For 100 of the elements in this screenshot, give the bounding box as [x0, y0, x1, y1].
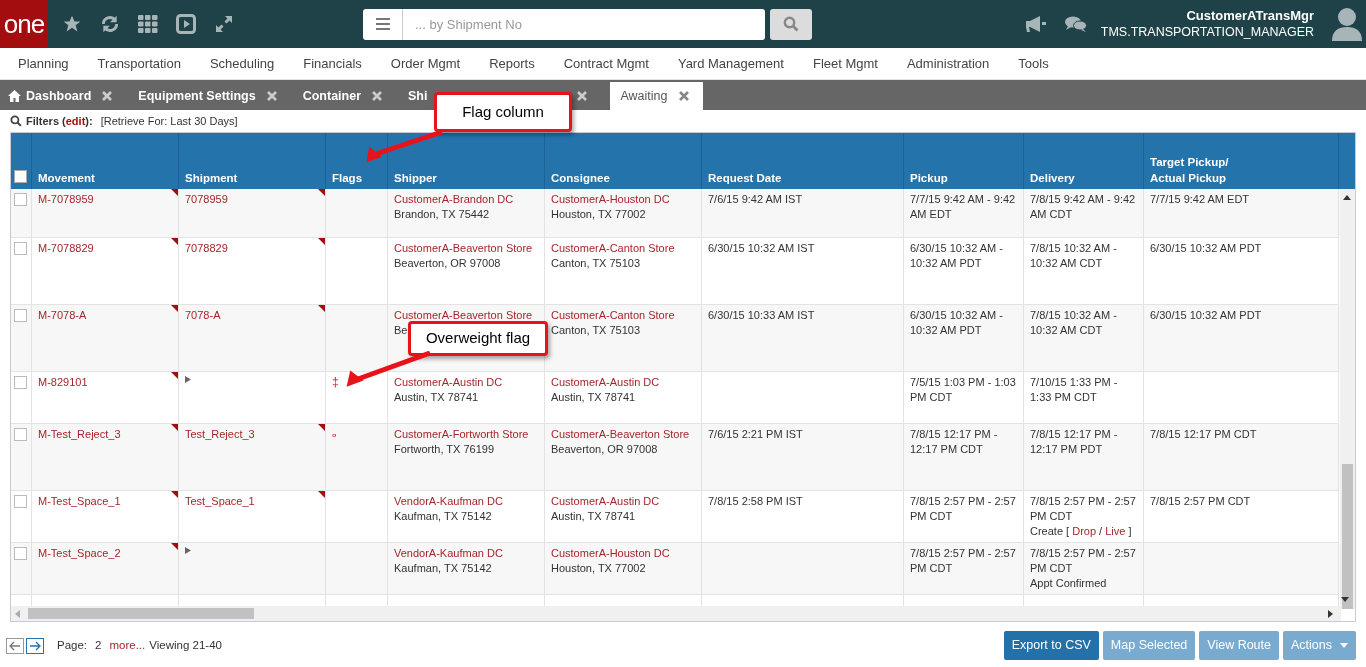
nav-menu-item[interactable]: Scheduling — [209, 53, 275, 74]
shipper-address: Brandon, TX 75442 — [394, 207, 491, 222]
nav-menu-item[interactable]: Order Mgmt — [390, 53, 461, 74]
callout-box: Flag column — [434, 92, 572, 132]
nav-menu-item[interactable]: Transportation — [97, 53, 181, 74]
delivery-note: Appt Confirmed — [1030, 576, 1108, 591]
user-role: TMS.TRANSPORTATION_MANAGER — [1100, 24, 1314, 40]
consignee-address: Austin, TX 78741 — [551, 390, 637, 405]
delivery-time: 7/8/15 2:57 PM - 2:57 PM CDT — [1030, 546, 1137, 576]
movement-link[interactable]: M-829101 — [38, 376, 88, 388]
nav-menu-item[interactable]: Reports — [489, 53, 535, 74]
nav-menu-item[interactable]: Yard Management — [677, 53, 784, 74]
shipper-address: Beaverton, OR 97008 — [394, 256, 502, 271]
target-pickup: 6/30/15 10:32 AM PDT — [1150, 308, 1263, 323]
consignee-address: Houston, TX 77002 — [551, 561, 647, 576]
nav-menu-item[interactable]: Planning — [18, 53, 69, 74]
delivery-time: 7/8/15 2:57 PM - 2:57 PM CDT — [1030, 494, 1137, 524]
filters-label-end: ): — [85, 113, 93, 129]
consignee-address: Beaverton, OR 97008 — [551, 442, 659, 457]
note-link[interactable]: Drop — [1072, 525, 1097, 537]
shipment-link[interactable]: 7078-A — [185, 309, 221, 321]
delivery-time: 7/10/15 1:33 PM - 1:33 PM CDT — [1030, 375, 1119, 405]
tab[interactable]: Container — [302, 82, 395, 110]
shipper-link[interactable]: CustomerA-Austin DC — [394, 375, 538, 390]
consignee-link[interactable]: CustomerA-Canton Store — [551, 241, 695, 256]
tab-label: Dashboard — [26, 87, 92, 105]
consignee-link[interactable]: CustomerA-Austin DC — [551, 494, 695, 509]
filter-value: [Retrieve For: Last 30 Days] — [100, 113, 238, 129]
shipper-link[interactable]: CustomerA-Brandon DC — [394, 192, 538, 207]
request-date: 6/30/15 10:33 AM IST — [708, 308, 816, 323]
movement-link[interactable]: M-7078829 — [38, 242, 94, 254]
shipper-link[interactable]: VendorA-Kaufman DC — [394, 546, 538, 561]
consignee-address: Houston, TX 77002 — [551, 207, 647, 222]
note-link[interactable]: Live — [1105, 525, 1126, 537]
pickup-time: 7/5/15 1:03 PM - 1:03 PM CDT — [910, 375, 1017, 405]
nav-menu-item[interactable]: Tools — [1018, 53, 1049, 74]
column-header[interactable]: Movement — [38, 170, 95, 186]
request-date: 7/6/15 2:21 PM IST — [708, 427, 804, 442]
tab-label: Container — [302, 87, 361, 105]
shipper-address: Be — [394, 323, 409, 338]
pickup-time: 6/30/15 10:32 AM - 10:32 AM PDT — [910, 308, 1004, 338]
pickup-time: 7/7/15 9:42 AM - 9:42 AM EDT — [910, 192, 1017, 222]
request-date: 7/6/15 9:42 AM IST — [708, 192, 804, 207]
column-header[interactable]: Flags — [332, 170, 363, 186]
column-header[interactable]: Shipment — [185, 170, 238, 186]
nav-menu-item[interactable]: Administration — [906, 53, 990, 74]
tab[interactable]: Equipment Settings — [138, 82, 290, 110]
consignee-link[interactable]: CustomerA-Houston DC — [551, 546, 695, 561]
column-header[interactable]: Shipper — [394, 170, 437, 186]
target-pickup: 7/8/15 2:57 PM CDT — [1150, 494, 1252, 509]
pickup-time: 7/8/15 2:57 PM - 2:57 PM CDT — [910, 494, 1017, 524]
shipper-link[interactable]: CustomerA-Fortworth Store — [394, 427, 538, 442]
movement-link[interactable]: M-7078-A — [38, 309, 87, 321]
request-date: 7/8/15 2:58 PM IST — [708, 494, 804, 509]
shipper-address: Kaufman, TX 75142 — [394, 561, 493, 576]
shipment-link[interactable]: Test_Reject_3 — [185, 428, 255, 440]
nav-menu-item[interactable]: Financials — [303, 53, 362, 74]
shipper-link[interactable]: CustomerA-Beaverton Store — [394, 241, 538, 256]
viewing-count: Viewing 21-40 — [149, 637, 222, 653]
edit-link[interactable]: edit — [65, 112, 86, 130]
nav-menu-item[interactable]: Contract Mgmt — [563, 53, 649, 74]
more-link[interactable]: more... — [109, 636, 146, 655]
movement-link[interactable]: M-Test_Reject_3 — [38, 428, 121, 440]
action-button[interactable]: Export to CSV — [1003, 631, 1099, 660]
tab-label: Awaiting — [620, 87, 668, 105]
logo[interactable]: one — [0, 0, 48, 48]
flag-mark: ‡ — [332, 375, 339, 389]
tab[interactable]: Shi — [408, 82, 428, 110]
tab-label: Equipment Settings — [138, 87, 256, 105]
shipment-link[interactable]: 7078829 — [185, 242, 228, 254]
target-pickup: 7/8/15 12:17 PM CDT — [1150, 427, 1258, 442]
target-pickup: 7/7/15 9:42 AM EDT — [1150, 192, 1251, 207]
shipper-link[interactable]: CustomerA-Beaverton Store — [394, 308, 538, 323]
pickup-time: 7/8/15 2:57 PM - 2:57 PM CDT — [910, 546, 1017, 576]
column-header[interactable]: Consignee — [551, 170, 610, 186]
page-label: Page: — [57, 637, 88, 653]
column-header[interactable]: Delivery — [1030, 170, 1075, 186]
search-field[interactable]: ... by Shipment No — [403, 8, 765, 40]
target-pickup: 6/30/15 10:32 AM PDT — [1150, 241, 1263, 256]
movement-link[interactable]: M-7078959 — [38, 193, 94, 205]
filters-label: Filters ( — [26, 113, 66, 129]
movement-link[interactable]: M-Test_Space_1 — [38, 495, 121, 507]
shipper-address: Fortworth, TX 76199 — [394, 442, 496, 457]
consignee-link[interactable]: CustomerA-Beaverton Store — [551, 427, 695, 442]
shipper-link[interactable]: VendorA-Kaufman DC — [394, 494, 538, 509]
column-header[interactable]: Target Pickup/ Actual Pickup — [1150, 154, 1229, 186]
tab[interactable]: Dashboard — [8, 82, 126, 110]
tab[interactable]: Awaiting — [610, 82, 703, 110]
consignee-link[interactable]: CustomerA-Austin DC — [551, 375, 695, 390]
shipment-link[interactable]: 7078959 — [185, 193, 228, 205]
consignee-link[interactable]: CustomerA-Houston DC — [551, 192, 695, 207]
consignee-link[interactable]: CustomerA-Canton Store — [551, 308, 695, 323]
delivery-time: 7/8/15 10:32 AM - 10:32 AM CDT — [1030, 308, 1118, 338]
nav-menu-item[interactable]: Fleet Mgmt — [812, 53, 878, 74]
column-header[interactable]: Pickup — [910, 170, 948, 186]
movement-link[interactable]: M-Test_Space_2 — [38, 547, 121, 559]
column-header[interactable]: Request Date — [708, 170, 782, 186]
shipment-link[interactable]: Test_Space_1 — [185, 495, 255, 507]
consignee-address: Canton, TX 75103 — [551, 256, 642, 271]
pickup-time: 6/30/15 10:32 AM - 10:32 AM PDT — [910, 241, 1004, 271]
